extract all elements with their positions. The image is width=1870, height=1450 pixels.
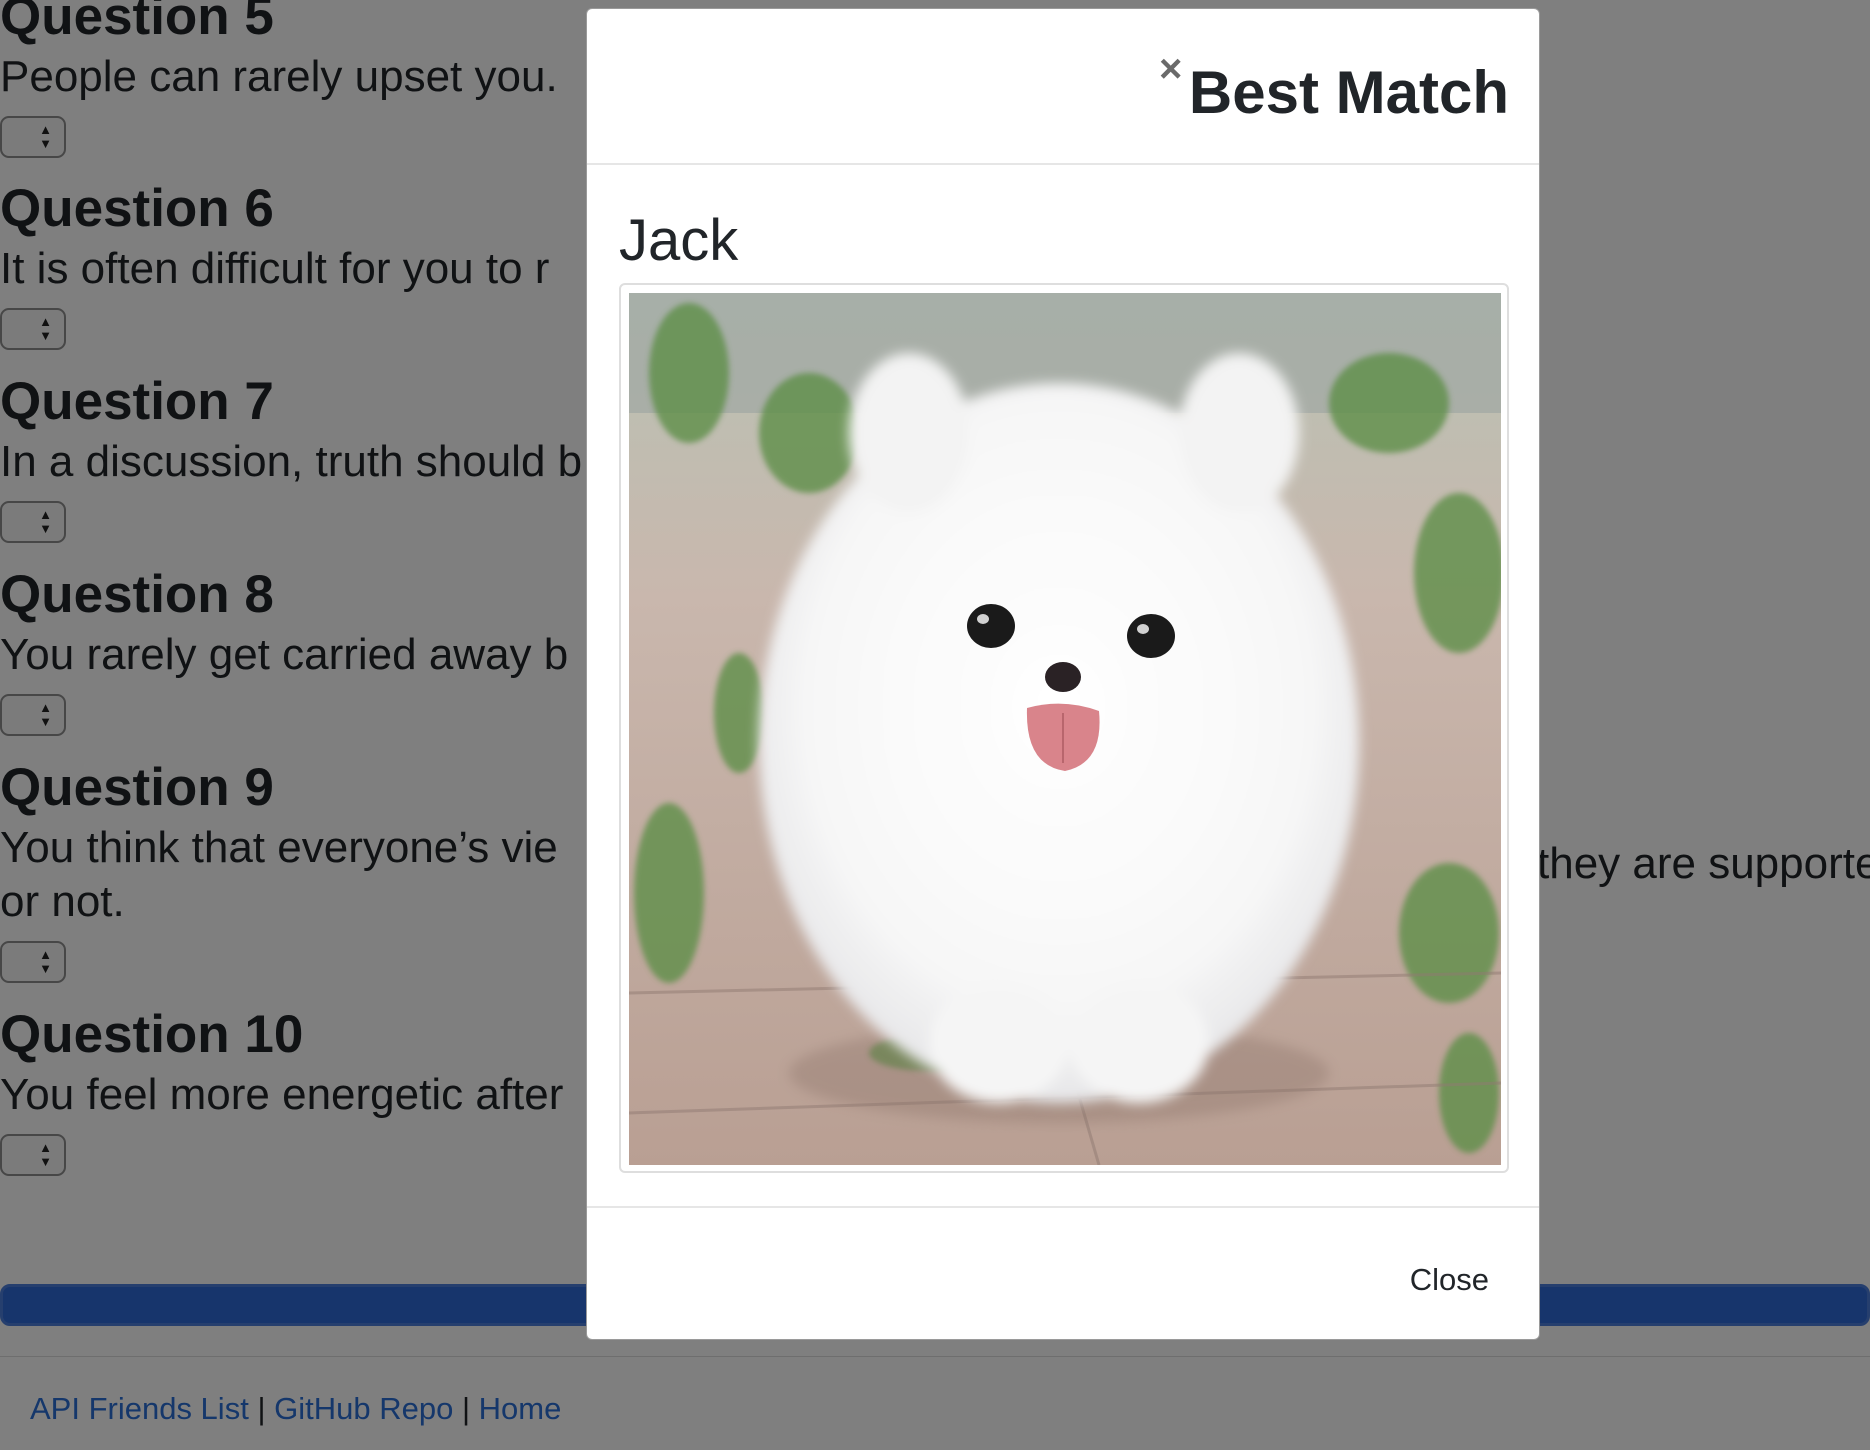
modal-title: Best Match: [1188, 59, 1509, 126]
close-button[interactable]: Close: [1410, 1260, 1489, 1300]
best-match-modal: × Best Match Jack Close: [586, 8, 1540, 1340]
match-photo-frame: [619, 283, 1509, 1173]
survey-page: Question 5 People can rarely upset you. …: [0, 0, 1870, 1450]
modal-footer-divider: [587, 1206, 1539, 1208]
match-name: Jack: [619, 208, 739, 273]
match-photo: [629, 293, 1501, 1165]
close-icon[interactable]: ×: [1159, 49, 1182, 89]
modal-header: × Best Match: [587, 9, 1539, 165]
